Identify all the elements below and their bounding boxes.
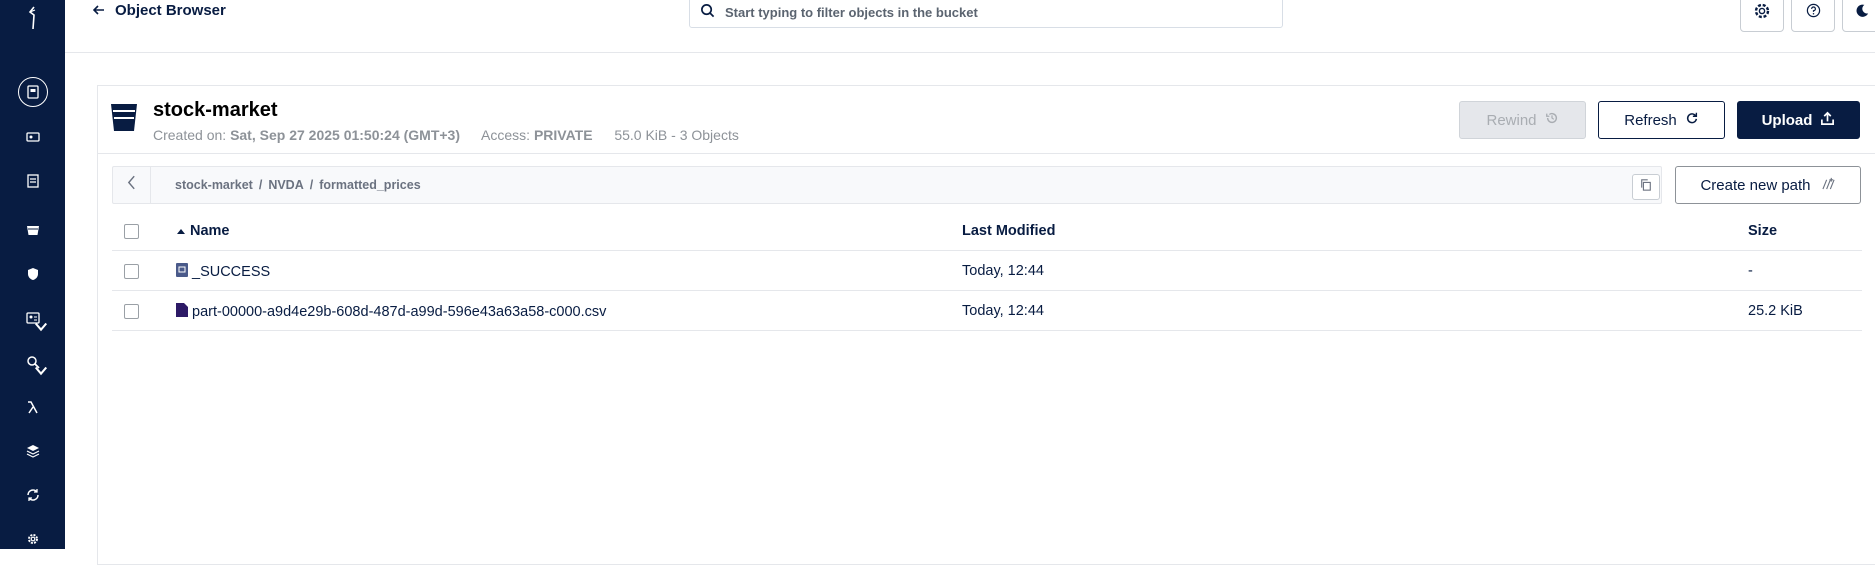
breadcrumb-back-button[interactable] bbox=[113, 167, 151, 203]
back-to-object-browser[interactable]: Object Browser bbox=[92, 2, 226, 19]
last-modified: Today, 12:44 bbox=[962, 263, 1044, 279]
sort-ascending-icon bbox=[176, 223, 186, 239]
search-input[interactable]: Start typing to filter objects in the bu… bbox=[689, 0, 1283, 28]
chevron-left-icon bbox=[127, 175, 136, 195]
success-file-icon bbox=[176, 263, 188, 281]
table-header-row: Name Last Modified Size bbox=[112, 211, 1862, 251]
create-new-path-button[interactable]: Create new path bbox=[1675, 166, 1861, 204]
bucket-panel: stock-market Created on: Sat, Sep 27 202… bbox=[97, 85, 1875, 565]
create-path-label: Create new path bbox=[1700, 176, 1811, 194]
bucket-usage: 55.0 KiB - 3 Objects bbox=[614, 127, 739, 143]
events-icon[interactable] bbox=[0, 391, 65, 423]
name-header-label: Name bbox=[190, 223, 230, 239]
moon-icon bbox=[1855, 3, 1870, 23]
theme-toggle-button[interactable] bbox=[1842, 0, 1875, 32]
sidebar bbox=[0, 0, 65, 549]
table-row[interactable]: _SUCCESS Today, 12:44 - bbox=[112, 251, 1862, 291]
rewind-label: Rewind bbox=[1486, 111, 1537, 129]
help-icon bbox=[1806, 3, 1821, 23]
bucket-header: stock-market Created on: Sat, Sep 27 202… bbox=[98, 86, 1875, 154]
row-checkbox[interactable] bbox=[124, 264, 139, 279]
policies-icon[interactable] bbox=[0, 258, 65, 290]
object-name[interactable]: part-00000-a9d4e29b-608d-487d-a99d-596e4… bbox=[176, 303, 606, 321]
access-keys-icon[interactable] bbox=[0, 121, 65, 153]
bucket-icon bbox=[110, 101, 138, 133]
history-icon bbox=[1545, 111, 1559, 129]
refresh-label: Refresh bbox=[1624, 111, 1677, 129]
access-value: PRIVATE bbox=[533, 127, 593, 143]
settings-icon[interactable] bbox=[0, 523, 65, 555]
object-browser-icon[interactable] bbox=[0, 76, 65, 108]
size-column-header[interactable]: Size bbox=[1748, 223, 1777, 239]
upload-icon bbox=[1820, 111, 1835, 130]
identity-icon[interactable] bbox=[0, 302, 65, 334]
select-all-checkbox[interactable] bbox=[124, 224, 139, 239]
settings-button[interactable] bbox=[1740, 0, 1784, 32]
refresh-icon bbox=[1685, 111, 1699, 129]
breadcrumb: stock-market / NVDA / formatted_prices bbox=[175, 178, 421, 192]
top-bar: Object Browser Start typing to filter ob… bbox=[65, 0, 1875, 53]
object-size: - bbox=[1748, 263, 1753, 279]
search-icon bbox=[700, 3, 715, 21]
buckets-icon[interactable] bbox=[0, 214, 65, 246]
new-path-icon bbox=[1821, 177, 1836, 194]
access-label: Access: bbox=[481, 127, 531, 143]
name-column-header[interactable]: Name bbox=[176, 223, 230, 239]
modified-column-header[interactable]: Last Modified bbox=[962, 223, 1055, 239]
created-label: Created on: bbox=[153, 127, 227, 143]
breadcrumb-item[interactable]: stock-market bbox=[175, 178, 253, 192]
copy-path-button[interactable] bbox=[1632, 174, 1660, 200]
breadcrumb-item[interactable]: formatted_prices bbox=[319, 178, 420, 192]
site-replication-icon[interactable] bbox=[0, 479, 65, 511]
help-button[interactable] bbox=[1791, 0, 1835, 32]
refresh-button[interactable]: Refresh bbox=[1598, 101, 1725, 139]
tiering-icon[interactable] bbox=[0, 435, 65, 467]
upload-label: Upload bbox=[1761, 111, 1813, 129]
upload-button[interactable]: Upload bbox=[1737, 101, 1860, 139]
search-placeholder: Start typing to filter objects in the bu… bbox=[725, 4, 978, 20]
bucket-name: stock-market bbox=[153, 99, 278, 121]
row-checkbox[interactable] bbox=[124, 304, 139, 319]
objects-table: Name Last Modified Size _SUCCESS Today, … bbox=[112, 211, 1862, 331]
rewind-button[interactable]: Rewind bbox=[1459, 101, 1586, 139]
back-label: Object Browser bbox=[115, 2, 226, 19]
main-content: Object Browser Start typing to filter ob… bbox=[65, 0, 1875, 565]
created-value: Sat, Sep 27 2025 01:50:24 (GMT+3) bbox=[230, 127, 461, 143]
last-modified: Today, 12:44 bbox=[962, 303, 1044, 319]
object-name-label: _SUCCESS bbox=[192, 264, 271, 280]
object-name[interactable]: _SUCCESS bbox=[176, 263, 270, 281]
copy-icon bbox=[1640, 178, 1652, 196]
table-row[interactable]: part-00000-a9d4e29b-608d-487d-a99d-596e4… bbox=[112, 291, 1862, 331]
bucket-meta: Created on: Sat, Sep 27 2025 01:50:24 (G… bbox=[153, 127, 739, 143]
logo-icon[interactable] bbox=[0, 2, 65, 34]
documentation-icon[interactable] bbox=[0, 165, 65, 197]
gear-icon bbox=[1752, 1, 1772, 26]
monitoring-icon[interactable] bbox=[0, 346, 65, 378]
breadcrumb-item[interactable]: NVDA bbox=[268, 178, 303, 192]
file-icon bbox=[176, 303, 188, 321]
arrow-left-icon bbox=[92, 2, 105, 19]
object-name-label: part-00000-a9d4e29b-608d-487d-a99d-596e4… bbox=[192, 304, 607, 320]
object-size: 25.2 KiB bbox=[1748, 303, 1803, 319]
breadcrumb-bar: stock-market / NVDA / formatted_prices bbox=[112, 166, 1662, 204]
